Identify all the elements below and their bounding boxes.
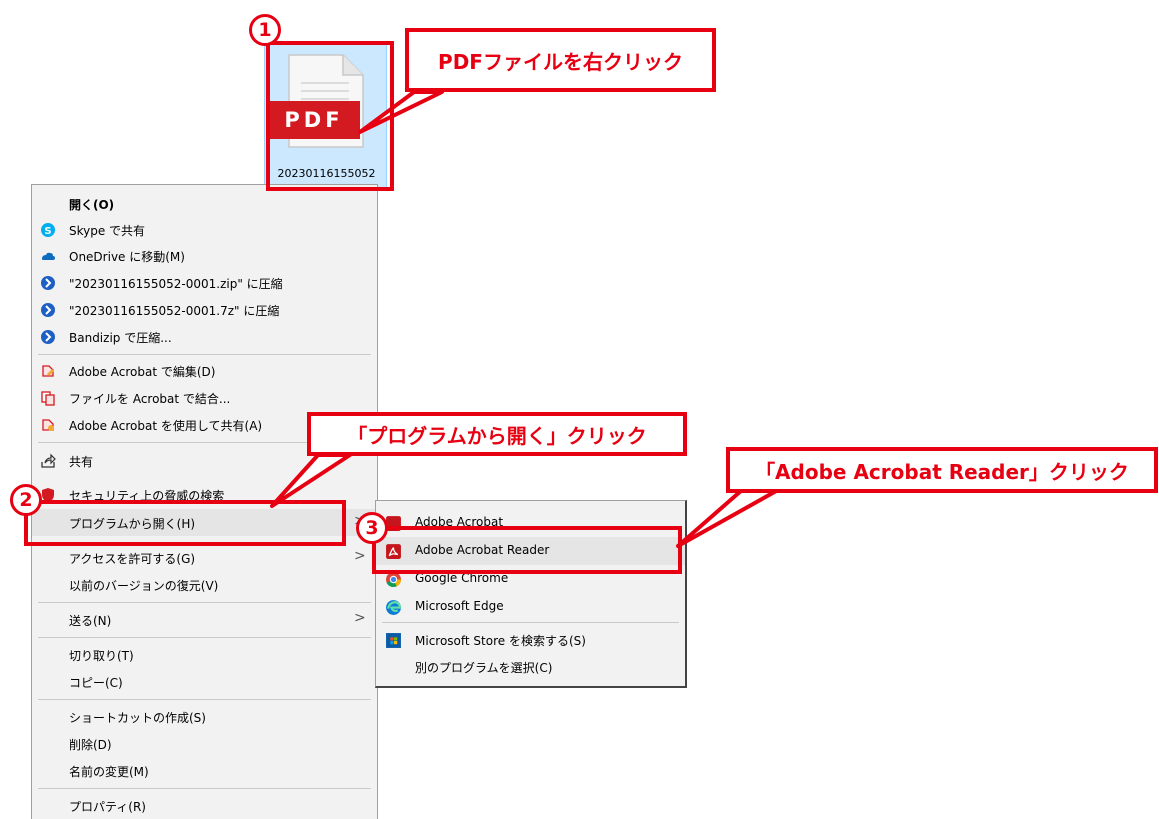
step-number-1: 1 [249, 14, 281, 46]
callout-step3: 「Adobe Acrobat Reader」クリック [726, 447, 1158, 493]
callout-pointer-2 [270, 453, 352, 508]
callout-step1: PDFファイルを右クリック [405, 28, 716, 92]
callout-step2: 「プログラムから開く」クリック [307, 412, 687, 456]
highlight-box-file [266, 41, 394, 191]
highlight-box-acrobat-reader [372, 526, 682, 574]
step-number-2: 2 [10, 484, 42, 516]
callout-pointer-3 [676, 488, 780, 548]
callout-pointers [270, 90, 780, 548]
highlight-box-open-with [24, 500, 346, 546]
step-number-3: 3 [356, 512, 388, 544]
